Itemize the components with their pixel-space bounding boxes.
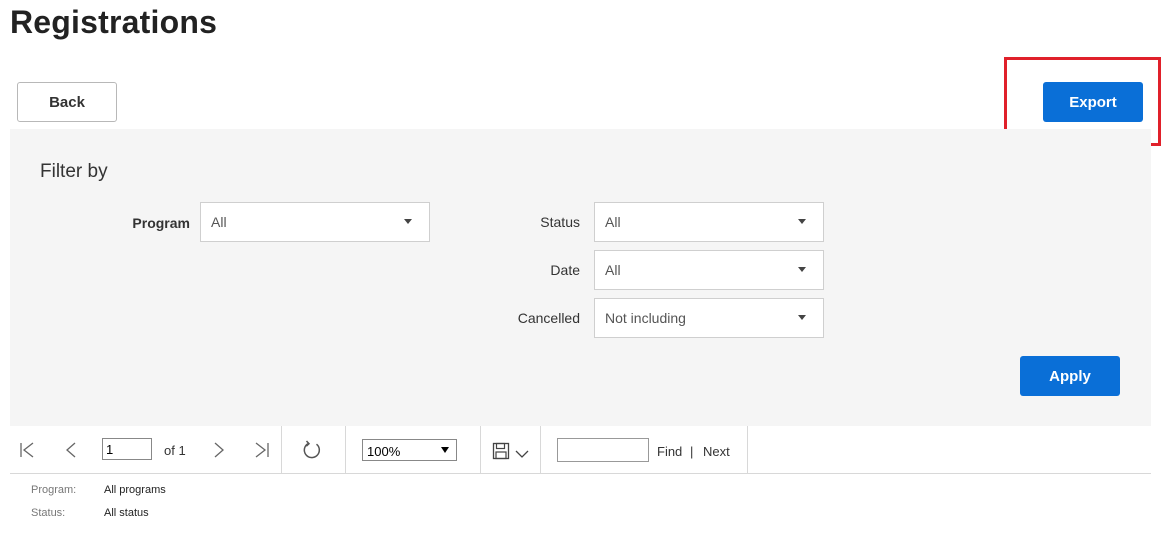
zoom-value: 100% [367, 444, 401, 459]
report-status-value: All status [104, 507, 149, 519]
zoom-select[interactable]: 100% [362, 439, 457, 461]
next-page-icon[interactable] [212, 442, 226, 463]
cancelled-select[interactable]: Not including [594, 298, 824, 338]
next-link[interactable]: Next [703, 444, 730, 459]
caret-down-icon [798, 267, 806, 272]
page-count-text: of 1 [164, 443, 186, 458]
program-select-value: All [211, 214, 227, 230]
filter-panel: Filter by Program All Status All Date Al… [10, 129, 1151, 426]
status-select[interactable]: All [594, 202, 824, 242]
caret-down-icon [404, 219, 412, 224]
toolbar-divider [540, 426, 541, 473]
caret-down-icon [441, 447, 449, 453]
page-number-input[interactable] [102, 438, 152, 460]
save-icon[interactable] [492, 442, 510, 465]
apply-button[interactable]: Apply [1020, 356, 1120, 396]
find-separator: | [690, 444, 694, 459]
cancelled-select-value: Not including [605, 310, 686, 326]
back-button[interactable]: Back [17, 82, 117, 122]
export-button[interactable]: Export [1043, 82, 1143, 122]
status-select-value: All [605, 214, 621, 230]
refresh-icon[interactable] [302, 440, 322, 465]
toolbar-divider [345, 426, 346, 473]
caret-down-icon [798, 219, 806, 224]
last-page-icon[interactable] [254, 442, 270, 463]
page-title: Registrations [10, 4, 218, 40]
program-select[interactable]: All [200, 202, 430, 242]
report-status-label: Status: [31, 507, 66, 519]
cancelled-label: Cancelled [517, 310, 580, 326]
report-program-value: All programs [104, 484, 166, 496]
find-link[interactable]: Find [657, 444, 682, 459]
date-select[interactable]: All [594, 250, 824, 290]
previous-page-icon[interactable] [64, 442, 78, 463]
date-label: Date [550, 262, 580, 278]
toolbar-divider [281, 426, 282, 473]
report-toolbar: of 1 100% Find | Next [10, 426, 1151, 474]
report-program-label: Program: [31, 484, 77, 496]
program-label: Program [132, 215, 190, 231]
find-input[interactable] [557, 438, 649, 462]
filter-heading: Filter by [40, 161, 108, 182]
chevron-down-icon[interactable] [515, 446, 529, 464]
date-select-value: All [605, 262, 621, 278]
toolbar-divider [747, 426, 748, 473]
status-label: Status [540, 214, 580, 230]
first-page-icon[interactable] [19, 442, 35, 463]
caret-down-icon [798, 315, 806, 320]
toolbar-divider [480, 426, 481, 473]
